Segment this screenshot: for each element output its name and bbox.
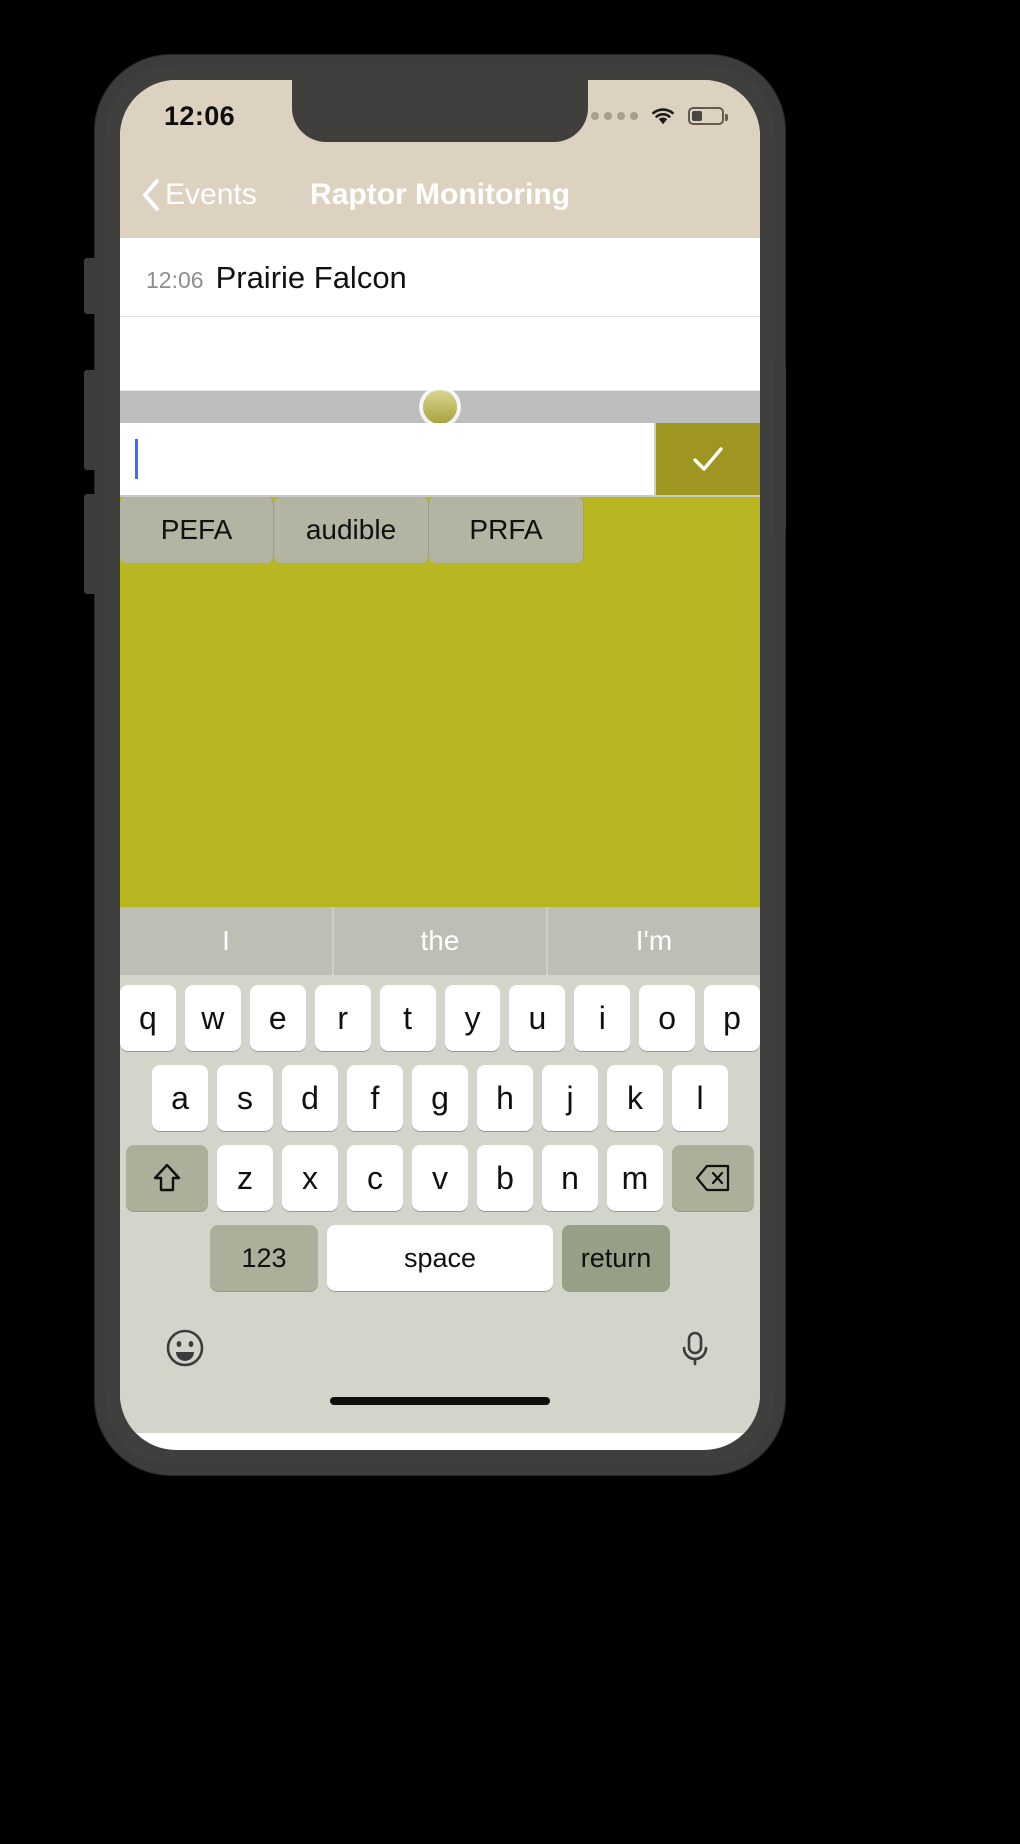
key-r[interactable]: r (314, 985, 371, 1051)
key-o[interactable]: o (639, 985, 696, 1051)
microphone-icon[interactable] (674, 1327, 716, 1369)
prediction-0[interactable]: I (120, 907, 332, 975)
volume-up-button[interactable] (84, 370, 96, 470)
wifi-icon (652, 108, 674, 125)
status-bar-indicators (591, 106, 728, 126)
autocomplete-chip-1[interactable]: audible (274, 497, 429, 563)
key-q[interactable]: q (120, 985, 176, 1051)
back-button-label: Events (165, 178, 257, 211)
keyboard-row-4: 123 space return (120, 1225, 760, 1291)
drag-knob-icon[interactable] (423, 390, 457, 424)
key-n[interactable]: n (542, 1145, 598, 1211)
home-indicator-area (120, 1391, 760, 1433)
navigation-bar: Events Raptor Monitoring (120, 152, 760, 238)
key-h[interactable]: h (477, 1065, 533, 1131)
text-entry-field[interactable] (120, 423, 656, 495)
key-i[interactable]: i (574, 985, 631, 1051)
home-indicator[interactable] (330, 1397, 550, 1405)
keyboard-row-1: q w e r t y u i o p (120, 985, 760, 1051)
note-input[interactable] (137, 443, 654, 475)
autocomplete-chip-0[interactable]: PEFA (120, 497, 274, 563)
backspace-icon (695, 1164, 730, 1192)
predictive-text-bar: I the I'm (120, 907, 760, 975)
space-key[interactable]: space (327, 1225, 553, 1291)
keyboard-bottom-bar (120, 1305, 760, 1391)
key-s[interactable]: s (217, 1065, 273, 1131)
page-title: Raptor Monitoring (310, 178, 570, 211)
battery-low-icon (688, 107, 728, 125)
status-bar: 12:06 (120, 80, 760, 152)
autocomplete-chip-2[interactable]: PRFA (429, 497, 584, 563)
display-notch (292, 80, 588, 142)
on-screen-keyboard: q w e r t y u i o p a s d f g h j k l z … (120, 975, 760, 1433)
note-timestamp: 12:06 (146, 267, 204, 293)
checkmark-icon (693, 447, 723, 471)
autocomplete-strip: PEFA audible PRFA (120, 495, 760, 563)
note-row[interactable]: 12:06 Prairie Falcon (120, 238, 760, 317)
key-l[interactable]: l (672, 1065, 728, 1131)
mute-switch[interactable] (84, 258, 96, 314)
key-u[interactable]: u (509, 985, 566, 1051)
key-y[interactable]: y (444, 985, 501, 1051)
shift-key[interactable] (126, 1145, 208, 1211)
key-b[interactable]: b (477, 1145, 533, 1211)
prediction-1[interactable]: the (332, 907, 546, 975)
key-t[interactable]: t (379, 985, 436, 1051)
panel-drag-handle[interactable] (120, 390, 760, 424)
key-j[interactable]: j (542, 1065, 598, 1131)
signal-dots-icon (591, 112, 638, 120)
power-button[interactable] (774, 366, 786, 530)
key-z[interactable]: z (217, 1145, 273, 1211)
notes-list: 12:06 Prairie Falcon (120, 238, 760, 391)
return-key[interactable]: return (562, 1225, 670, 1291)
volume-down-button[interactable] (84, 494, 96, 594)
key-v[interactable]: v (412, 1145, 468, 1211)
keyboard-row-3: z x c v b n m (120, 1145, 760, 1211)
screenshot-root: 12:06 Events Raptor Monitoring 12:06 Pra… (0, 0, 1020, 1844)
entry-row (120, 423, 760, 495)
key-k[interactable]: k (607, 1065, 663, 1131)
key-m[interactable]: m (607, 1145, 663, 1211)
keyboard-row-2: a s d f g h j k l (120, 1065, 760, 1131)
key-c[interactable]: c (347, 1145, 403, 1211)
accept-button[interactable] (656, 423, 760, 495)
backspace-key[interactable] (672, 1145, 754, 1211)
key-a[interactable]: a (152, 1065, 208, 1131)
status-bar-time: 12:06 (164, 100, 236, 131)
key-p[interactable]: p (704, 985, 760, 1051)
shift-arrow-icon (153, 1163, 181, 1192)
note-text: Prairie Falcon (215, 260, 407, 295)
key-e[interactable]: e (249, 985, 306, 1051)
key-d[interactable]: d (282, 1065, 338, 1131)
key-f[interactable]: f (347, 1065, 403, 1131)
note-row[interactable] (120, 317, 760, 391)
numbers-key[interactable]: 123 (210, 1225, 318, 1291)
prediction-2[interactable]: I'm (546, 907, 760, 975)
emoji-smiley-icon[interactable] (164, 1327, 206, 1369)
key-w[interactable]: w (184, 985, 241, 1051)
chevron-left-icon (143, 179, 159, 211)
key-x[interactable]: x (282, 1145, 338, 1211)
phone-screen: 12:06 Events Raptor Monitoring 12:06 Pra… (120, 80, 760, 1450)
suggestion-panel (120, 563, 760, 907)
back-button[interactable]: Events (140, 178, 257, 212)
key-g[interactable]: g (412, 1065, 468, 1131)
